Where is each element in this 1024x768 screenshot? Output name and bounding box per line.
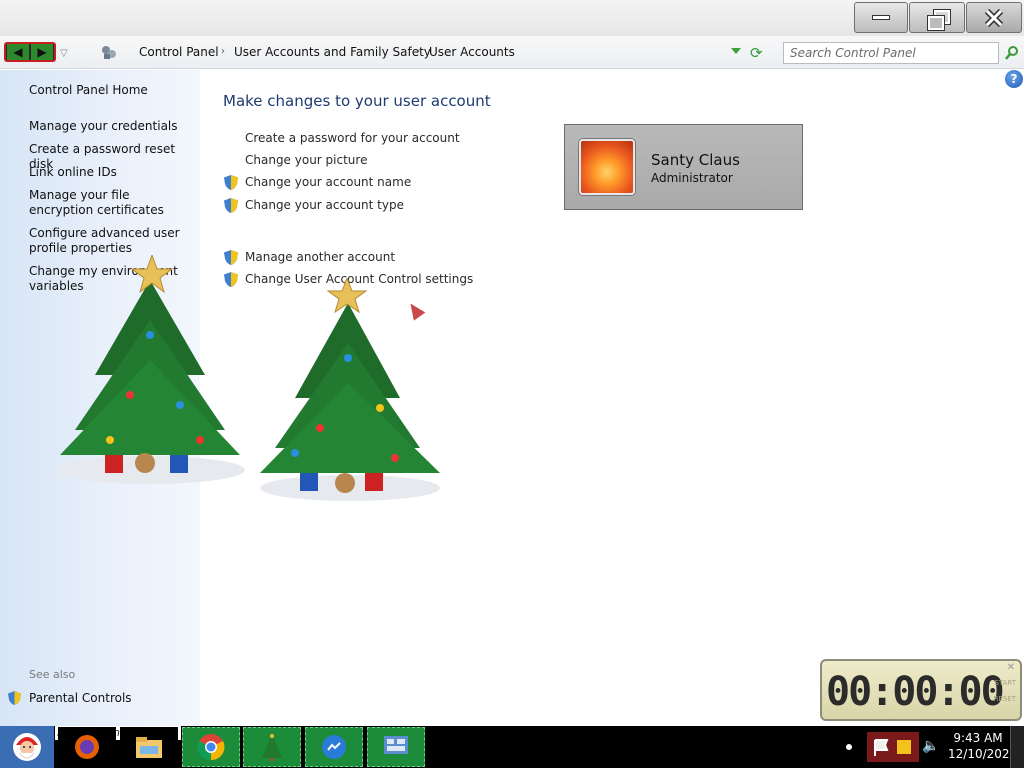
title-bar <box>0 0 1024 36</box>
volume-icon[interactable]: 🔈 <box>922 738 939 754</box>
close-icon <box>984 8 1004 27</box>
christmas-tree-icon <box>55 255 245 484</box>
close-icon[interactable]: ✕ <box>1007 662 1015 673</box>
recent-pages-chevron-icon[interactable]: ▽ <box>60 48 68 59</box>
restore-button[interactable] <box>909 2 965 33</box>
christmas-tree-icon <box>262 734 282 761</box>
taskbar-chrome[interactable] <box>182 727 240 767</box>
create-password-link[interactable]: Create a password for your account <box>245 131 460 145</box>
clock-time[interactable]: 9:43 AM <box>948 731 1008 745</box>
manage-credentials-link[interactable]: Manage your credentials <box>29 119 194 134</box>
flag-icon <box>874 739 911 756</box>
account-name: Santy Claus <box>651 151 740 169</box>
taskbar-christmas-tree[interactable] <box>243 727 301 767</box>
window-controls <box>854 2 1022 33</box>
breadcrumb-user-accounts[interactable]: User Accounts <box>429 45 515 59</box>
shield-icon <box>8 691 21 705</box>
taskbar-control-panel[interactable] <box>367 727 425 767</box>
timer-reset-button[interactable]: RESET <box>994 695 1016 703</box>
breadcrumb-user-accounts-family-safety[interactable]: User Accounts and Family Safety <box>234 45 431 59</box>
page-title: Make changes to your user account <box>223 92 491 110</box>
messenger-icon <box>322 735 346 759</box>
search-input[interactable] <box>784 43 998 63</box>
parental-controls-link[interactable]: Parental Controls <box>29 691 132 705</box>
clock-date[interactable]: 12/10/2023 <box>948 747 1017 761</box>
taskbar: Search Control Panel 🔈 9:43 AM 12/10/202… <box>0 726 1024 768</box>
breadcrumb-separator-icon[interactable]: › <box>221 46 225 57</box>
back-button[interactable]: ◀ <box>7 44 29 60</box>
refresh-icon[interactable]: ⟳ <box>750 44 763 62</box>
help-icon[interactable]: ? <box>1005 70 1023 88</box>
user-account-tile[interactable]: Santy Claus Administrator <box>564 124 803 210</box>
file-encryption-certificates-link[interactable]: Manage your file encryption certificates <box>29 188 194 218</box>
control-panel-icon <box>102 46 116 59</box>
start-button[interactable] <box>0 726 54 768</box>
breadcrumb-separator-icon[interactable]: › <box>416 46 420 57</box>
control-panel-home-link[interactable]: Control Panel Home <box>29 83 194 98</box>
show-desktop-button[interactable] <box>1010 726 1024 768</box>
tray-indicator-icon <box>846 744 852 750</box>
chrome-icon <box>197 734 225 761</box>
avatar <box>579 139 635 195</box>
search-box <box>783 42 999 64</box>
uac-shield-icon <box>224 198 238 213</box>
restore-icon <box>927 8 951 31</box>
taskbar-explorer[interactable] <box>120 727 178 767</box>
taskbar-messenger[interactable] <box>305 727 363 767</box>
minimize-button[interactable] <box>854 2 908 33</box>
timer-display: 00:00:00 <box>826 669 1005 715</box>
nav-buttons: ◀ ▶ <box>4 42 56 62</box>
manage-another-account-link[interactable]: Manage another account <box>245 250 395 264</box>
change-account-name-link[interactable]: Change your account name <box>245 175 411 189</box>
control-panel-icon <box>384 736 408 754</box>
minimize-icon <box>872 15 890 20</box>
account-type: Administrator <box>651 171 733 185</box>
santa-icon <box>13 733 41 761</box>
uac-shield-icon <box>224 175 238 190</box>
change-account-type-link[interactable]: Change your account type <box>245 198 404 212</box>
address-dropdown-icon[interactable] <box>731 48 741 54</box>
see-also-label: See also <box>29 668 76 681</box>
breadcrumb-control-panel[interactable]: Control Panel <box>139 45 219 59</box>
forward-button[interactable]: ▶ <box>31 44 53 60</box>
folder-icon <box>136 737 162 758</box>
timer-start-button[interactable]: START <box>994 679 1016 687</box>
tray-icons[interactable] <box>867 732 919 762</box>
change-picture-link[interactable]: Change your picture <box>245 153 367 167</box>
search-icon[interactable] <box>1004 45 1020 61</box>
link-online-ids-link[interactable]: Link online IDs <box>29 165 194 180</box>
close-button[interactable] <box>966 2 1022 33</box>
timer-gadget: ✕ 00:00:00 START RESET <box>820 659 1022 721</box>
advanced-profile-properties-link[interactable]: Configure advanced user profile properti… <box>29 226 194 256</box>
firefox-icon <box>75 735 99 759</box>
taskbar-firefox[interactable] <box>58 727 116 767</box>
